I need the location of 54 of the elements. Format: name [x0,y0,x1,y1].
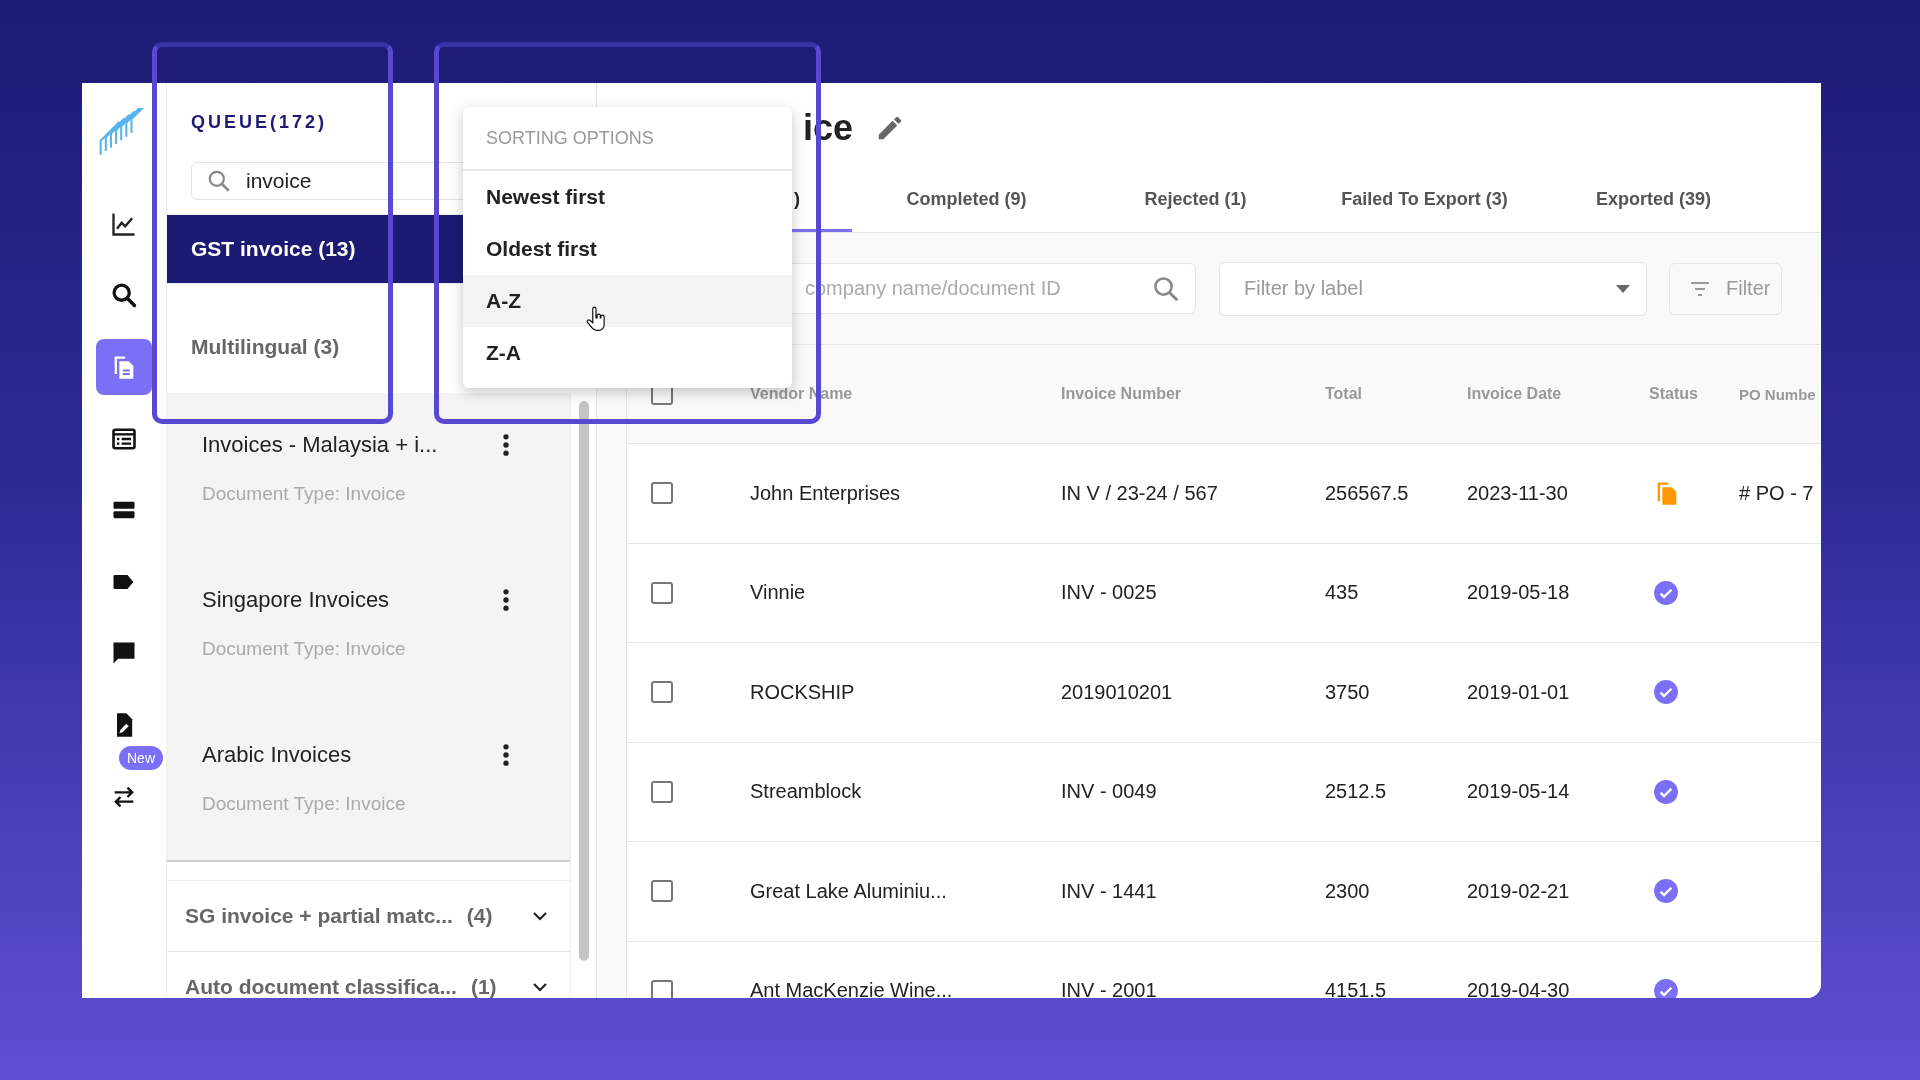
document-type-label: Document Type: Invoice [202,483,407,505]
status-tab[interactable]: Failed To Export (3) [1310,170,1539,232]
status-tab[interactable]: Rejected (1) [1081,170,1310,232]
table-cell-text: 2023-11-30 [1467,481,1569,505]
new-badge: New [117,743,165,772]
table-cell-text: 3750 [1325,680,1371,704]
search-icon [110,281,138,310]
table-cell-text: 2019-05-14 [1467,780,1571,804]
table-cell-text: 2019-02-21 [1467,879,1571,903]
table-cell-text: 2512.5 [1325,780,1388,804]
documents-button[interactable] [96,339,152,395]
row-checkbox[interactable] [651,979,673,998]
row-checkbox[interactable] [651,482,673,505]
table-cell-text: Great Lake Aluminiu... [750,879,948,903]
table-cell-text: 4151.5 [1325,979,1388,998]
table-cell-text: John Enterprises [750,481,902,505]
table-cell-text: INV - 0049 [1061,780,1158,804]
row-checkbox[interactable] [651,581,673,604]
document-type-label: Document Type: Invoice [202,638,407,660]
group-name[interactable]: Auto document classifica... [185,975,457,998]
table-cell-text: Ant MacKenzie Wine... [750,979,954,998]
table-cell-text: 2019-04-30 [1467,979,1571,998]
table-cell-text: 435 [1325,581,1360,605]
row-checkbox[interactable] [651,880,673,903]
table-cell-text: ROCKSHIP [750,680,856,704]
table-cell-text: INV - 0025 [1061,581,1158,605]
table-cell-text: IN V / 23-24 / 567 [1061,481,1219,505]
table-cell-text: INV - 1441 [1061,879,1158,903]
row-checkbox[interactable] [651,780,673,803]
table-cell-text: # PO - 7 [1739,481,1815,505]
document-type-label: Document Type: Invoice [202,793,407,815]
table-cell-text: 2019-05-18 [1467,581,1571,605]
table-cell-text: Vinnie [750,581,807,605]
row-checkbox[interactable] [651,681,673,704]
table-cell-text: INV - 2001 [1061,979,1158,998]
status-tab[interactable]: Completed (9) [852,170,1081,232]
group-name[interactable]: SG invoice + partial matc... [185,904,453,928]
subqueue-name[interactable]: Arabic Invoices [202,742,352,768]
subqueue-name[interactable]: Singapore Invoices [202,587,390,613]
table-cell-text: 256567.5 [1325,481,1410,505]
group-count: (4) [466,904,493,928]
scrollbar-thumb[interactable] [578,401,589,961]
menu-heading: SORTING OPTIONS [463,107,792,171]
table-cell-text: Streamblock [750,780,863,804]
status-tab[interactable]: Exported (39) [1539,170,1768,232]
caret-down-icon [1616,284,1630,293]
subqueue-name[interactable]: Invoices - Malaysia + i... [202,432,438,458]
table-cell-text: 2019010201 [1061,680,1174,704]
queue-title: QUEUE(172) [190,111,329,133]
table-cell-text: 2300 [1325,879,1371,903]
group-count: (1) [470,975,497,998]
table-cell-text: 2019-01-01 [1467,680,1571,704]
search-icon [206,168,232,194]
sort-option[interactable]: A-Z [463,275,792,327]
